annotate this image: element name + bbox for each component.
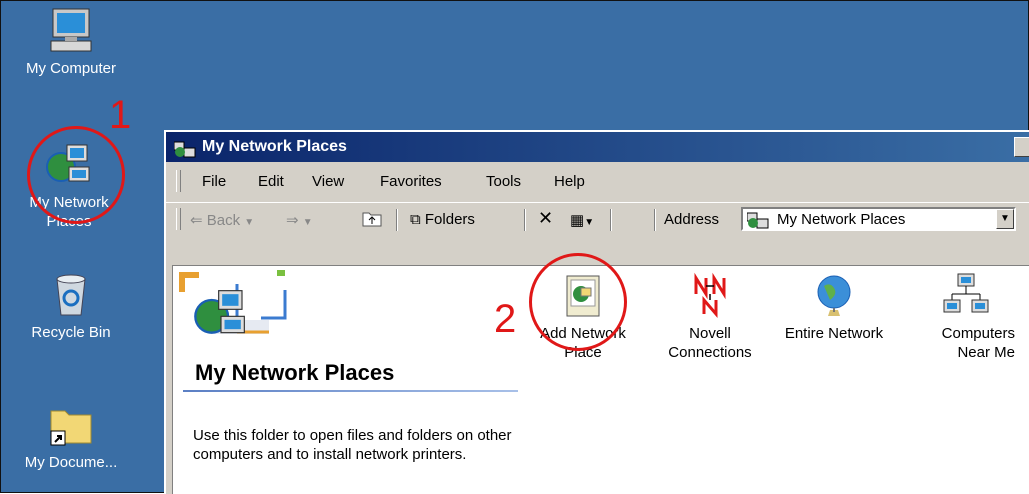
dropdown-arrow-icon: ▼ — [244, 217, 255, 228]
menu-tools[interactable]: Tools — [486, 173, 521, 190]
delete-x-icon: ✕ — [538, 208, 554, 228]
menu-edit[interactable]: Edit — [258, 173, 284, 190]
toolbar-grip[interactable] — [176, 208, 181, 230]
desktop-icon-label: Recycle Bin — [31, 324, 111, 341]
heading-underline — [183, 390, 518, 392]
back-button[interactable]: ⇐ Back ▼ — [190, 211, 254, 229]
folders-icon: ⧉ — [410, 211, 421, 228]
desktop-icon-my-computer[interactable]: My Computer — [11, 7, 131, 78]
back-arrow-icon: ⇐ — [190, 212, 203, 229]
up-folder-button[interactable] — [362, 209, 382, 231]
folder-shortcut-icon — [47, 401, 95, 449]
annotation-number-1: 1 — [109, 93, 132, 137]
menu-bar: File Edit View Favorites Tools Help — [166, 166, 1029, 196]
dropdown-arrow-icon: ▼ — [302, 217, 313, 228]
menu-favorites[interactable]: Favorites — [380, 173, 442, 190]
my-computer-icon — [47, 7, 95, 55]
item-entire-network[interactable]: Entire Network — [779, 272, 889, 343]
address-value: My Network Places — [777, 211, 906, 228]
toolbar-separator — [524, 209, 526, 231]
network-places-icon — [193, 286, 249, 347]
forward-arrow-icon: ⇒ — [286, 212, 299, 229]
desktop-icon-recycle-bin[interactable]: Recycle Bin — [11, 271, 131, 342]
menu-view[interactable]: View — [312, 173, 344, 190]
network-places-icon — [746, 211, 769, 233]
item-novell-connections[interactable]: Novell Connections — [655, 272, 765, 362]
menu-file[interactable]: File — [202, 173, 226, 190]
item-label: Novell Connections — [668, 325, 752, 361]
folders-button[interactable]: ⧉ Folders — [410, 211, 475, 228]
item-label: Entire Network — [784, 325, 884, 342]
dropdown-arrow-icon: ▼ — [584, 217, 595, 228]
item-label: Computers Near Me — [941, 325, 1015, 361]
desktop-icon-label: My Docume... — [24, 454, 118, 471]
desktop-icon-label: My Computer — [25, 60, 117, 77]
folder-heading: My Network Places — [195, 360, 395, 385]
window-title: My Network Places — [202, 138, 347, 155]
toolbar-separator — [396, 209, 398, 231]
minimize-button[interactable] — [1014, 137, 1029, 157]
toolbar: ⇐ Back ▼ ⇒ ▼ ⧉ Folders ✕ ▦▼ Address My N… — [166, 202, 1029, 235]
views-icon: ▦ — [570, 212, 585, 229]
globe-icon — [810, 272, 858, 320]
delete-button[interactable]: ✕ — [538, 208, 553, 229]
up-folder-icon — [362, 212, 382, 227]
item-computers-near-me[interactable]: Computers Near Me — [911, 272, 1021, 362]
desktop: My Computer My Network Places Recycle Bi… — [0, 0, 1029, 494]
address-dropdown-button[interactable]: ▼ — [996, 209, 1014, 229]
address-bar[interactable]: My Network Places ▼ — [741, 207, 1016, 231]
toolbar-separator — [654, 209, 656, 231]
annotation-number-2: 2 — [494, 297, 517, 341]
menu-help[interactable]: Help — [554, 173, 585, 190]
folder-description: Use this folder to open files and folder… — [193, 427, 512, 463]
recycle-bin-icon — [47, 271, 95, 319]
novell-icon — [686, 272, 734, 320]
annotation-circle-2 — [529, 253, 627, 351]
forward-button[interactable]: ⇒ ▼ — [286, 211, 313, 229]
views-button[interactable]: ▦▼ — [570, 211, 594, 229]
menu-grip[interactable] — [176, 170, 181, 192]
toolbar-separator — [610, 209, 612, 231]
desktop-icon-my-documents[interactable]: My Docume... — [11, 401, 131, 472]
computers-near-me-icon — [942, 272, 990, 320]
window-titlebar[interactable]: My Network Places — [166, 132, 1029, 162]
annotation-circle-1 — [27, 126, 125, 224]
network-places-icon — [173, 139, 196, 169]
address-label: Address — [664, 211, 720, 228]
